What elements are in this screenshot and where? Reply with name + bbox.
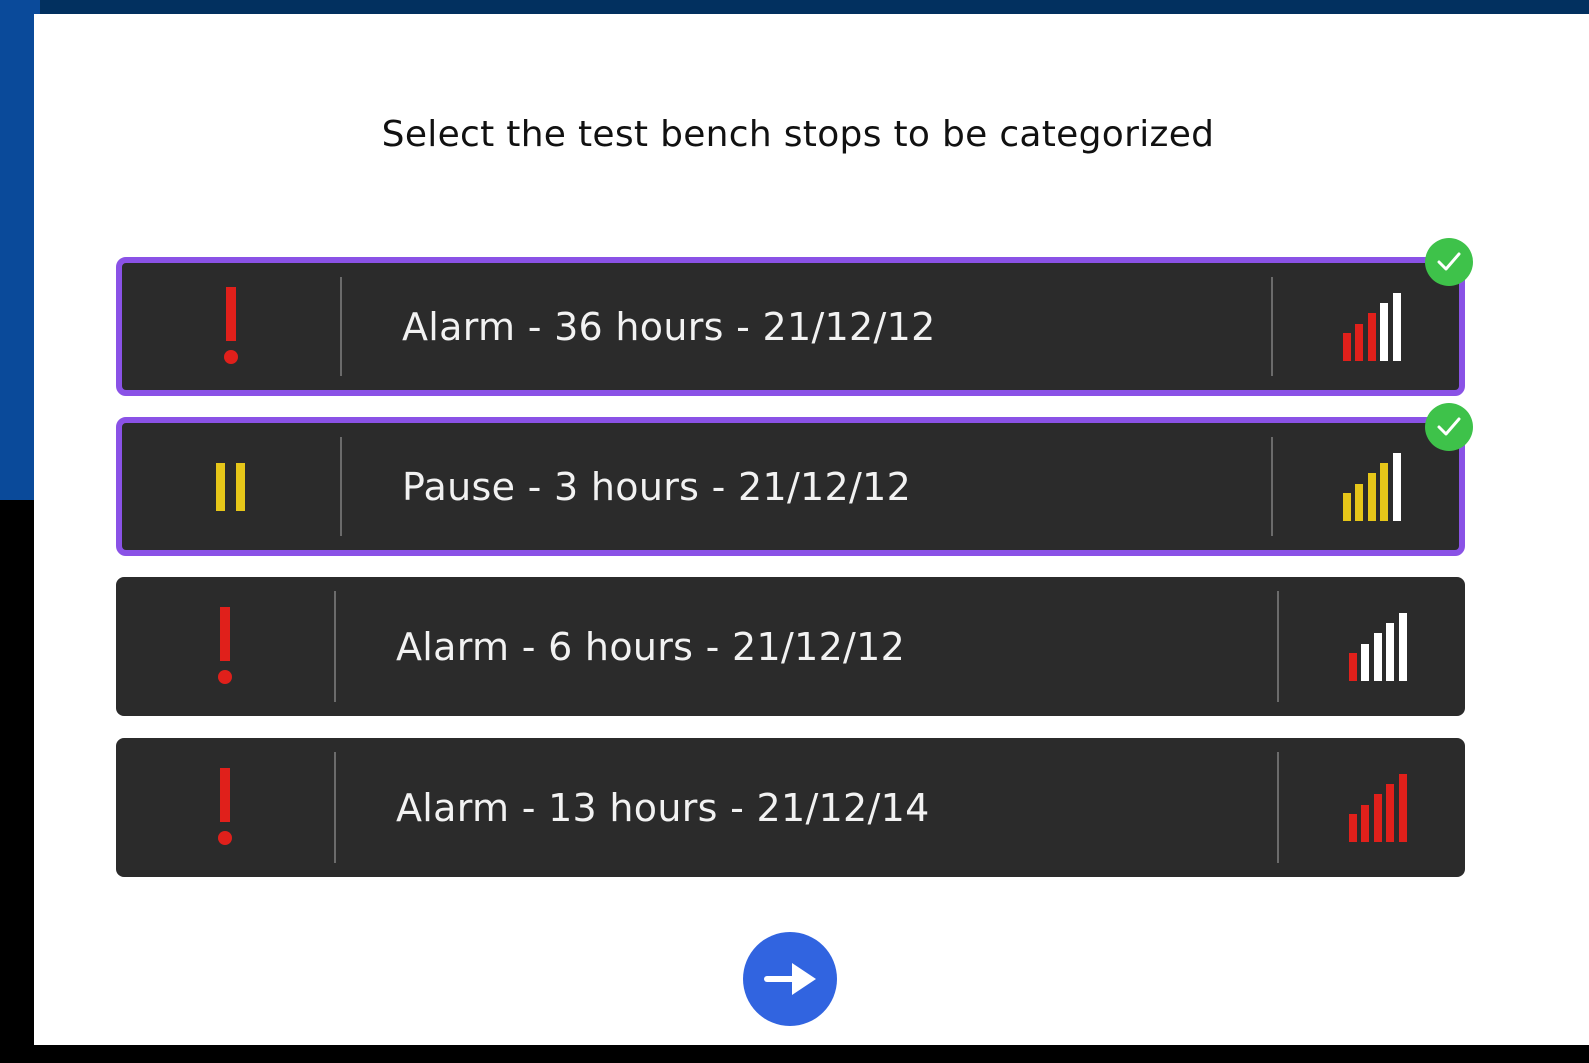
- stop-row[interactable]: Alarm - 6 hours - 21/12/12: [116, 577, 1465, 716]
- divider: [334, 752, 336, 863]
- stop-label: Pause - 3 hours - 21/12/12: [402, 464, 912, 509]
- divider: [1271, 277, 1273, 376]
- stop-label: Alarm - 6 hours - 21/12/12: [396, 624, 906, 669]
- severity-bars-icon: [1343, 423, 1403, 550]
- severity-bars-icon: [1343, 263, 1403, 390]
- exclamation-icon: [116, 591, 334, 702]
- check-icon: [1425, 403, 1473, 451]
- severity-bars-icon: [1349, 738, 1409, 877]
- top-border: [0, 0, 1589, 14]
- exclamation-icon: [116, 752, 334, 863]
- divider: [1277, 752, 1279, 863]
- check-icon: [1425, 238, 1473, 286]
- divider: [1271, 437, 1273, 536]
- divider: [340, 277, 342, 376]
- divider: [340, 437, 342, 536]
- pause-icon: [122, 437, 340, 536]
- stop-row[interactable]: Alarm - 36 hours - 21/12/12: [116, 257, 1465, 396]
- divider: [1277, 591, 1279, 702]
- divider: [334, 591, 336, 702]
- page-title: Select the test bench stops to be catego…: [381, 114, 1215, 155]
- next-button[interactable]: [743, 932, 837, 1026]
- exclamation-icon: [122, 277, 340, 376]
- stop-row[interactable]: Alarm - 13 hours - 21/12/14: [116, 738, 1465, 877]
- stop-label: Alarm - 13 hours - 21/12/14: [396, 785, 930, 830]
- arrow-right-icon: [764, 963, 816, 995]
- stop-label: Alarm - 36 hours - 21/12/12: [402, 304, 936, 349]
- stop-row[interactable]: Pause - 3 hours - 21/12/12: [116, 417, 1465, 556]
- bottom-border: [34, 1045, 1589, 1063]
- severity-bars-icon: [1349, 577, 1409, 716]
